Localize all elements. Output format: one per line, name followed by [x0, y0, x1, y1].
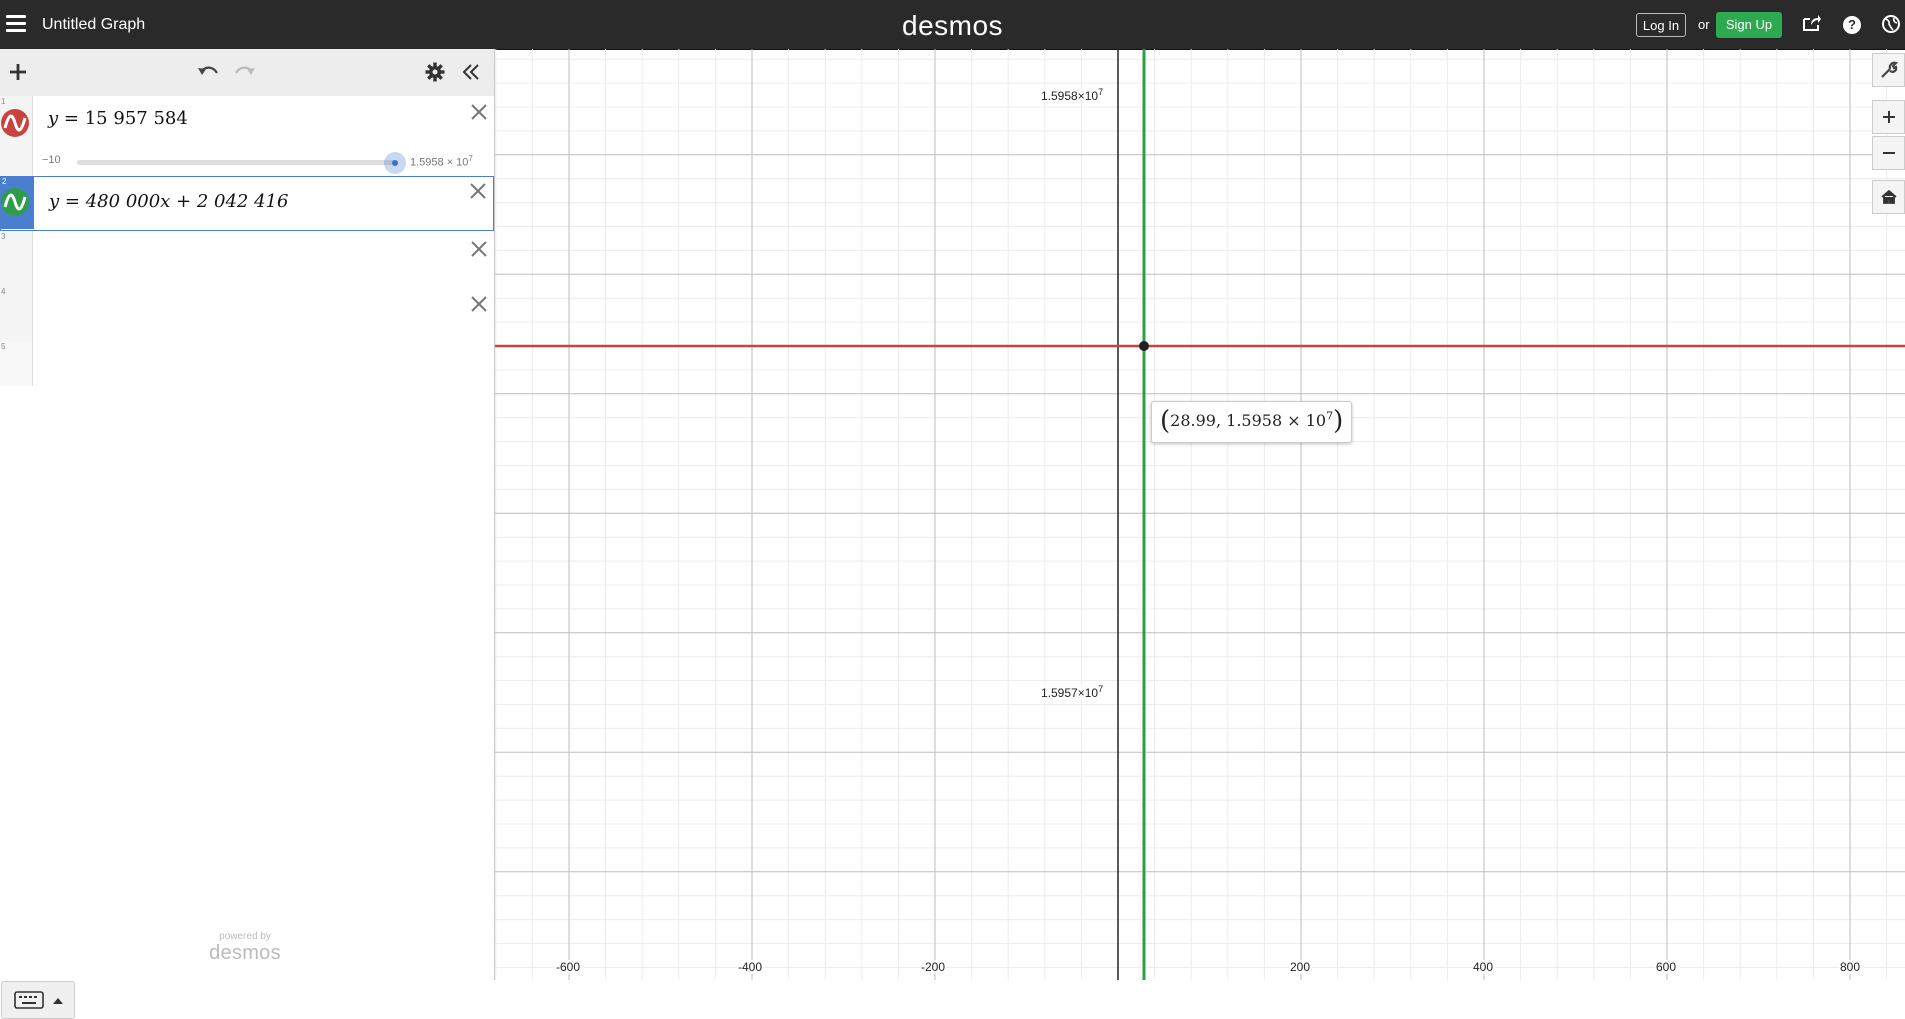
plus-icon [1882, 111, 1895, 123]
expression-row-3[interactable]: 3 [0, 231, 494, 287]
close-icon[interactable] [469, 294, 489, 314]
zoom-in-button[interactable] [1872, 100, 1905, 134]
expression-row-2[interactable]: 2 y = 480 000x + 2 042 416 [0, 176, 494, 231]
y-axis-label: 1.5958×107 [1040, 87, 1105, 103]
expression-gutter: 2 [1, 176, 34, 229]
expression-gutter: 3 [0, 231, 33, 286]
help-icon[interactable]: ? [1843, 16, 1861, 34]
login-button[interactable]: Log In [1636, 13, 1686, 37]
x-axis-label: -400 [736, 960, 764, 974]
intersection-point [1139, 341, 1149, 351]
expression-row-5[interactable]: 5 [0, 341, 494, 386]
x-axis-label: -600 [554, 960, 582, 974]
expression-number: 2 [2, 177, 7, 186]
keyboard-toggle-button[interactable] [1, 981, 75, 1019]
powered-by-desmos: powered by desmos [205, 931, 285, 965]
expression-gutter: 4 [0, 286, 33, 341]
expression-gutter: 1 [0, 96, 33, 176]
redo-button[interactable] [232, 59, 258, 85]
expression-panel: 1 y = 15 957 584 −10 1.5958 × 107 2 y = … [0, 49, 495, 1019]
point-coordinate-tooltip[interactable]: (28.99, 1.5958 × 107) [1151, 401, 1353, 443]
expression-row-1[interactable]: 1 y = 15 957 584 −10 1.5958 × 107 [0, 96, 494, 177]
minus-icon [1882, 152, 1895, 154]
close-icon[interactable] [469, 102, 489, 122]
expression-number: 4 [1, 287, 6, 296]
expression-toolbar [0, 49, 494, 97]
caret-up-icon [53, 998, 63, 1004]
graph-canvas[interactable]: 1.5958×107 1.5957×107 -600 -400 -200 200… [495, 49, 1905, 980]
expression-row-4[interactable]: 4 [0, 286, 494, 342]
desmos-brand: desmos [209, 942, 281, 964]
slider-track[interactable] [77, 160, 397, 165]
redo-icon [235, 66, 255, 75]
graph-settings-button[interactable] [1872, 53, 1905, 87]
expression-number: 1 [1, 97, 6, 106]
close-icon[interactable] [468, 181, 488, 201]
or-text: or [1698, 17, 1710, 32]
graph-grid [495, 49, 1905, 980]
powered-by-text: powered by [219, 931, 271, 942]
share-icon[interactable] [1801, 14, 1823, 36]
x-axis-label: 400 [1471, 960, 1495, 974]
double-chevron-left-icon [462, 64, 479, 80]
home-view-button[interactable] [1872, 180, 1905, 214]
gear-icon [425, 62, 445, 82]
wrench-icon [1880, 61, 1898, 78]
expression-math[interactable]: y = 15 957 584 [48, 108, 188, 129]
undo-button[interactable] [195, 59, 221, 85]
slider-min[interactable]: −10 [42, 154, 61, 166]
add-expression-button[interactable] [5, 59, 31, 85]
x-axis-label: 600 [1654, 960, 1678, 974]
wave-icon[interactable] [1, 109, 29, 137]
x-axis-label: 800 [1838, 960, 1862, 974]
wave-icon[interactable] [1, 188, 29, 216]
signup-button[interactable]: Sign Up [1716, 12, 1782, 38]
graph-title[interactable]: Untitled Graph [42, 16, 145, 34]
close-icon[interactable] [469, 239, 489, 259]
expression-slider[interactable]: −10 1.5958 × 107 [42, 152, 488, 174]
undo-icon [198, 66, 218, 75]
keyboard-icon [14, 991, 44, 1009]
y-axis-label: 1.5957×107 [1040, 684, 1105, 700]
slider-handle[interactable] [384, 152, 406, 174]
slider-max[interactable]: 1.5958 × 107 [410, 154, 473, 169]
expression-gutter: 5 [0, 341, 33, 386]
expression-number: 5 [1, 342, 6, 351]
home-icon [1880, 189, 1897, 204]
globe-icon[interactable] [1880, 14, 1902, 36]
zoom-out-button[interactable] [1872, 136, 1905, 170]
top-bar: Untitled Graph desmos Log In or Sign Up … [0, 0, 1905, 50]
x-axis-label: -200 [919, 960, 947, 974]
collapse-panel-button[interactable] [458, 59, 484, 85]
desmos-logo: desmos [902, 10, 1004, 41]
x-axis-label: 200 [1288, 960, 1312, 974]
hamburger-menu-icon[interactable] [6, 15, 26, 33]
expression-math[interactable]: y = 480 000x + 2 042 416 [49, 191, 288, 212]
expression-number: 3 [1, 232, 6, 241]
settings-button[interactable] [422, 59, 448, 85]
